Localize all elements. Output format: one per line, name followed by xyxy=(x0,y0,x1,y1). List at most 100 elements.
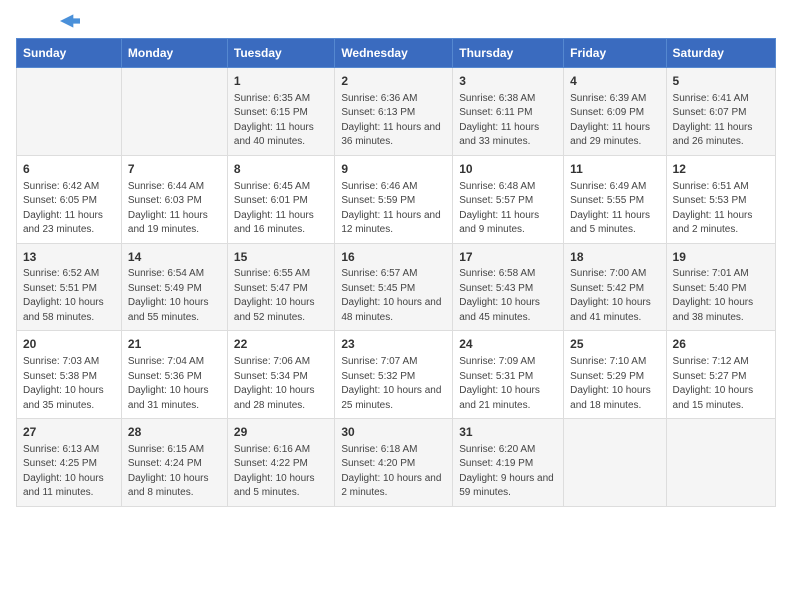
day-number: 5 xyxy=(673,73,769,90)
day-number: 28 xyxy=(128,424,221,441)
day-number: 30 xyxy=(341,424,446,441)
day-number: 21 xyxy=(128,336,221,353)
calendar-cell: 25 Sunrise: 7:10 AM Sunset: 5:29 PM Dayli… xyxy=(564,331,666,419)
day-info: Sunrise: 6:48 AM Sunset: 5:57 PM Dayligh… xyxy=(459,180,557,238)
calendar-week-row: 1 Sunrise: 6:35 AM Sunset: 6:15 PM Daylig… xyxy=(17,68,776,156)
day-info: Sunrise: 6:20 AM Sunset: 4:19 PM Dayligh… xyxy=(459,443,557,501)
day-info: Sunrise: 7:09 AM Sunset: 5:31 PM Dayligh… xyxy=(459,355,557,413)
day-number: 2 xyxy=(341,73,446,90)
calendar-cell: 23 Sunrise: 7:07 AM Sunset: 5:32 PM Dayli… xyxy=(335,331,453,419)
calendar-cell: 11 Sunrise: 6:49 AM Sunset: 5:55 PM Dayli… xyxy=(564,155,666,243)
calendar-cell: 1 Sunrise: 6:35 AM Sunset: 6:15 PM Daylig… xyxy=(227,68,334,156)
calendar-cell: 14Sunrise: 6:54 AM Sunset: 5:49 PM Dayli… xyxy=(121,243,227,331)
day-info: Sunrise: 6:55 AM Sunset: 5:47 PM Dayligh… xyxy=(234,267,328,325)
calendar-cell: 2 Sunrise: 6:36 AM Sunset: 6:13 PM Daylig… xyxy=(335,68,453,156)
day-number: 8 xyxy=(234,161,328,178)
calendar-week-row: 27Sunrise: 6:13 AM Sunset: 4:25 PM Dayli… xyxy=(17,419,776,507)
calendar-cell: 4 Sunrise: 6:39 AM Sunset: 6:09 PM Daylig… xyxy=(564,68,666,156)
day-info: Sunrise: 7:06 AM Sunset: 5:34 PM Dayligh… xyxy=(234,355,328,413)
logo xyxy=(16,16,80,28)
calendar-cell: 15Sunrise: 6:55 AM Sunset: 5:47 PM Dayli… xyxy=(227,243,334,331)
day-number: 14 xyxy=(128,249,221,266)
calendar-cell: 29 Sunrise: 6:16 AM Sunset: 4:22 PM Dayli… xyxy=(227,419,334,507)
weekday-header: Wednesday xyxy=(335,39,453,68)
day-info: Sunrise: 6:42 AM Sunset: 6:05 PM Dayligh… xyxy=(23,180,115,238)
calendar-cell: 12 Sunrise: 6:51 AM Sunset: 5:53 PM Dayli… xyxy=(666,155,775,243)
calendar-cell xyxy=(564,419,666,507)
day-info: Sunrise: 6:58 AM Sunset: 5:43 PM Dayligh… xyxy=(459,267,557,325)
day-number: 4 xyxy=(570,73,659,90)
day-info: Sunrise: 6:57 AM Sunset: 5:45 PM Dayligh… xyxy=(341,267,446,325)
day-number: 11 xyxy=(570,161,659,178)
calendar-table: SundayMondayTuesdayWednesdayThursdayFrid… xyxy=(16,38,776,507)
day-number: 20 xyxy=(23,336,115,353)
calendar-cell: 18Sunrise: 7:00 AM Sunset: 5:42 PM Dayli… xyxy=(564,243,666,331)
calendar-cell: 26Sunrise: 7:12 AM Sunset: 5:27 PM Dayli… xyxy=(666,331,775,419)
day-number: 27 xyxy=(23,424,115,441)
calendar-week-row: 6Sunrise: 6:42 AM Sunset: 6:05 PM Daylig… xyxy=(17,155,776,243)
calendar-week-row: 20Sunrise: 7:03 AM Sunset: 5:38 PM Dayli… xyxy=(17,331,776,419)
day-info: Sunrise: 6:54 AM Sunset: 5:49 PM Dayligh… xyxy=(128,267,221,325)
calendar-cell: 6Sunrise: 6:42 AM Sunset: 6:05 PM Daylig… xyxy=(17,155,122,243)
day-info: Sunrise: 6:36 AM Sunset: 6:13 PM Dayligh… xyxy=(341,92,446,150)
day-info: Sunrise: 6:39 AM Sunset: 6:09 PM Dayligh… xyxy=(570,92,659,150)
calendar-cell: 17Sunrise: 6:58 AM Sunset: 5:43 PM Dayli… xyxy=(453,243,564,331)
day-number: 24 xyxy=(459,336,557,353)
day-number: 23 xyxy=(341,336,446,353)
day-number: 29 xyxy=(234,424,328,441)
calendar-cell: 5 Sunrise: 6:41 AM Sunset: 6:07 PM Daylig… xyxy=(666,68,775,156)
day-number: 18 xyxy=(570,249,659,266)
weekday-header: Sunday xyxy=(17,39,122,68)
day-number: 22 xyxy=(234,336,328,353)
day-number: 10 xyxy=(459,161,557,178)
day-info: Sunrise: 6:51 AM Sunset: 5:53 PM Dayligh… xyxy=(673,180,769,238)
calendar-cell: 7 Sunrise: 6:44 AM Sunset: 6:03 PM Daylig… xyxy=(121,155,227,243)
day-number: 1 xyxy=(234,73,328,90)
calendar-cell: 8 Sunrise: 6:45 AM Sunset: 6:01 PM Daylig… xyxy=(227,155,334,243)
day-number: 25 xyxy=(570,336,659,353)
calendar-cell xyxy=(666,419,775,507)
day-number: 7 xyxy=(128,161,221,178)
day-info: Sunrise: 6:35 AM Sunset: 6:15 PM Dayligh… xyxy=(234,92,328,150)
calendar-cell: 19Sunrise: 7:01 AM Sunset: 5:40 PM Dayli… xyxy=(666,243,775,331)
day-number: 12 xyxy=(673,161,769,178)
day-info: Sunrise: 6:15 AM Sunset: 4:24 PM Dayligh… xyxy=(128,443,221,501)
day-number: 3 xyxy=(459,73,557,90)
calendar-cell: 24 Sunrise: 7:09 AM Sunset: 5:31 PM Dayli… xyxy=(453,331,564,419)
day-info: Sunrise: 7:07 AM Sunset: 5:32 PM Dayligh… xyxy=(341,355,446,413)
calendar-cell: 10 Sunrise: 6:48 AM Sunset: 5:57 PM Dayli… xyxy=(453,155,564,243)
day-number: 9 xyxy=(341,161,446,178)
weekday-header: Friday xyxy=(564,39,666,68)
calendar-cell: 20Sunrise: 7:03 AM Sunset: 5:38 PM Dayli… xyxy=(17,331,122,419)
day-number: 17 xyxy=(459,249,557,266)
day-info: Sunrise: 6:49 AM Sunset: 5:55 PM Dayligh… xyxy=(570,180,659,238)
day-info: Sunrise: 7:10 AM Sunset: 5:29 PM Dayligh… xyxy=(570,355,659,413)
weekday-header: Tuesday xyxy=(227,39,334,68)
weekday-header: Monday xyxy=(121,39,227,68)
day-number: 31 xyxy=(459,424,557,441)
day-number: 15 xyxy=(234,249,328,266)
day-info: Sunrise: 7:04 AM Sunset: 5:36 PM Dayligh… xyxy=(128,355,221,413)
calendar-cell: 13Sunrise: 6:52 AM Sunset: 5:51 PM Dayli… xyxy=(17,243,122,331)
weekday-header-row: SundayMondayTuesdayWednesdayThursdayFrid… xyxy=(17,39,776,68)
day-info: Sunrise: 6:52 AM Sunset: 5:51 PM Dayligh… xyxy=(23,267,115,325)
calendar-cell: 27Sunrise: 6:13 AM Sunset: 4:25 PM Dayli… xyxy=(17,419,122,507)
day-number: 16 xyxy=(341,249,446,266)
calendar-cell: 3Sunrise: 6:38 AM Sunset: 6:11 PM Daylig… xyxy=(453,68,564,156)
calendar-cell: 30 Sunrise: 6:18 AM Sunset: 4:20 PM Dayli… xyxy=(335,419,453,507)
day-info: Sunrise: 7:12 AM Sunset: 5:27 PM Dayligh… xyxy=(673,355,769,413)
calendar-cell: 28 Sunrise: 6:15 AM Sunset: 4:24 PM Dayli… xyxy=(121,419,227,507)
calendar-cell: 21 Sunrise: 7:04 AM Sunset: 5:36 PM Dayli… xyxy=(121,331,227,419)
calendar-cell: 9 Sunrise: 6:46 AM Sunset: 5:59 PM Daylig… xyxy=(335,155,453,243)
calendar-cell xyxy=(17,68,122,156)
calendar-cell: 31 Sunrise: 6:20 AM Sunset: 4:19 PM Dayli… xyxy=(453,419,564,507)
page-header xyxy=(16,16,776,28)
day-info: Sunrise: 6:46 AM Sunset: 5:59 PM Dayligh… xyxy=(341,180,446,238)
calendar-cell xyxy=(121,68,227,156)
day-info: Sunrise: 6:45 AM Sunset: 6:01 PM Dayligh… xyxy=(234,180,328,238)
day-info: Sunrise: 7:01 AM Sunset: 5:40 PM Dayligh… xyxy=(673,267,769,325)
day-info: Sunrise: 6:18 AM Sunset: 4:20 PM Dayligh… xyxy=(341,443,446,501)
day-info: Sunrise: 6:16 AM Sunset: 4:22 PM Dayligh… xyxy=(234,443,328,501)
day-info: Sunrise: 6:41 AM Sunset: 6:07 PM Dayligh… xyxy=(673,92,769,150)
day-info: Sunrise: 6:44 AM Sunset: 6:03 PM Dayligh… xyxy=(128,180,221,238)
